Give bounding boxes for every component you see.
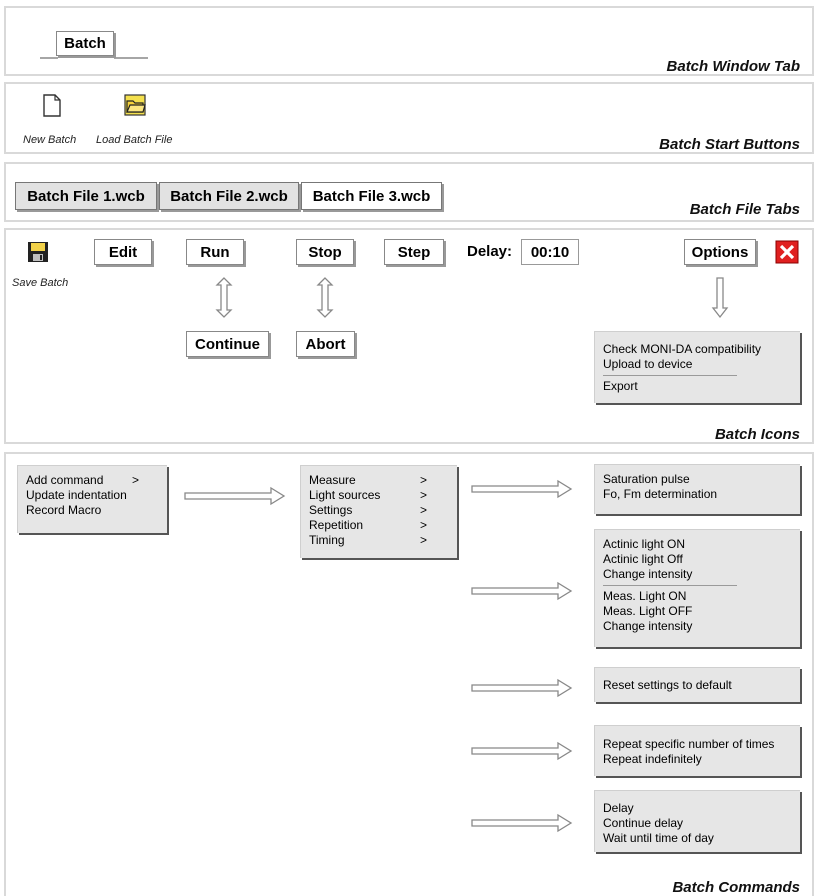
menu-separator [603, 585, 737, 586]
measure-menu: Saturation pulse Fo, Fm determination [594, 464, 800, 514]
arrow-main-to-submenu [184, 486, 286, 506]
menu-separator [603, 375, 737, 376]
menu-item-continue-delay[interactable]: Continue delay [603, 816, 792, 831]
menu-item-meas-off[interactable]: Meas. Light OFF [603, 604, 792, 619]
stop-button[interactable]: Stop [296, 239, 354, 265]
menu-item-reset-settings[interactable]: Reset settings to default [603, 678, 792, 693]
edit-button-label: Edit [108, 243, 138, 261]
menu-item-check-compat[interactable]: Check MONI-DA compatibility [603, 342, 792, 357]
submenu-item-measure[interactable]: Measure > [309, 473, 449, 488]
abort-button[interactable]: Abort [296, 331, 355, 357]
menu-item-wait-until[interactable]: Wait until time of day [603, 831, 792, 846]
continue-button[interactable]: Continue [186, 331, 269, 357]
delay-value: 00:10 [530, 243, 570, 261]
continue-button-label: Continue [195, 335, 260, 353]
section-title-start-buttons: Batch Start Buttons [659, 136, 800, 153]
command-submenu: Measure > Light sources > Settings > Repeti… [300, 465, 457, 558]
file-tab-2-label: Batch File 2.wcb [170, 187, 288, 205]
step-button[interactable]: Step [384, 239, 444, 265]
menu-item-meas-on[interactable]: Meas. Light ON [603, 589, 792, 604]
arrow-to-light-menu [471, 581, 573, 601]
batch-window-tab[interactable]: Batch [56, 31, 114, 56]
settings-menu: Reset settings to default [594, 667, 800, 702]
options-button-label: Options [691, 243, 749, 261]
section-title-icons: Batch Icons [714, 426, 800, 443]
edit-button[interactable]: Edit [94, 239, 152, 265]
submenu-item-light-sources[interactable]: Light sources > [309, 488, 449, 503]
delay-input[interactable]: 00:10 [521, 239, 579, 265]
file-tab-3[interactable]: Batch File 3.wcb [301, 182, 442, 210]
batch-window-tab-label: Batch [64, 35, 106, 52]
menu-item-actinic-off[interactable]: Actinic light Off [603, 552, 792, 567]
menu-item-actinic-on[interactable]: Actinic light ON [603, 537, 792, 552]
arrow-to-measure-menu [471, 479, 573, 499]
file-tab-2[interactable]: Batch File 2.wcb [159, 182, 299, 210]
light-sources-menu: Actinic light ON Actinic light Off Chang… [594, 529, 800, 647]
options-down-arrow [711, 277, 729, 319]
step-button-label: Step [397, 243, 431, 261]
menu-item-saturation-pulse[interactable]: Saturation pulse [603, 472, 792, 487]
arrow-to-settings-menu [471, 678, 573, 698]
menu-item-repeat-indefinitely[interactable]: Repeat indefinitely [603, 752, 792, 767]
section-title-commands: Batch Commands [672, 879, 800, 896]
main-command-menu: Add command > Update indentation Record M… [17, 465, 167, 533]
arrow-to-timing-menu [471, 813, 573, 833]
run-button-label: Run [200, 243, 230, 261]
file-tab-1-label: Batch File 1.wcb [27, 187, 145, 205]
stop-button-label: Stop [308, 243, 342, 261]
menu-item-delay[interactable]: Delay [603, 801, 792, 816]
options-button[interactable]: Options [684, 239, 756, 265]
menu-item-fo-fm[interactable]: Fo, Fm determination [603, 487, 792, 502]
submenu-item-timing[interactable]: Timing > [309, 533, 449, 548]
menu-item-repeat-n[interactable]: Repeat specific number of times [603, 737, 792, 752]
stop-abort-double-arrow [316, 277, 334, 318]
floppy-disk-icon[interactable] [27, 241, 49, 263]
arrow-to-repetition-menu [471, 741, 573, 761]
menu-item-meas-intensity[interactable]: Change intensity [603, 619, 792, 634]
close-x-icon[interactable] [775, 240, 799, 264]
load-batch-file-label: Load Batch File [96, 134, 173, 146]
new-batch-label: New Batch [23, 134, 77, 146]
delay-label: Delay: [467, 243, 513, 260]
menu-item-upload[interactable]: Upload to device [603, 357, 792, 372]
run-continue-double-arrow [215, 277, 233, 318]
menu-item-export[interactable]: Export [603, 379, 792, 394]
submenu-item-repetition[interactable]: Repetition > [309, 518, 449, 533]
abort-button-label: Abort [305, 335, 346, 353]
run-button[interactable]: Run [186, 239, 244, 265]
open-folder-icon[interactable] [124, 94, 146, 116]
menu-item-add-command[interactable]: Add command > [26, 473, 159, 488]
options-menu: Check MONI-DA compatibility Upload to de… [594, 331, 800, 403]
section-title-file-tabs: Batch File Tabs [689, 201, 800, 218]
timing-menu: Delay Continue delay Wait until time of … [594, 790, 800, 852]
new-file-icon[interactable] [42, 94, 62, 118]
file-tab-1[interactable]: Batch File 1.wcb [15, 182, 157, 210]
file-tab-3-label: Batch File 3.wcb [312, 187, 431, 205]
section-title-window-tab: Batch Window Tab [666, 58, 800, 75]
submenu-item-settings[interactable]: Settings > [309, 503, 449, 518]
menu-item-record-macro[interactable]: Record Macro [26, 503, 159, 518]
repetition-menu: Repeat specific number of times Repeat i… [594, 725, 800, 776]
save-batch-label: Save Batch [12, 277, 69, 289]
menu-item-actinic-intensity[interactable]: Change intensity [603, 567, 792, 582]
menu-item-update-indentation[interactable]: Update indentation [26, 488, 159, 503]
